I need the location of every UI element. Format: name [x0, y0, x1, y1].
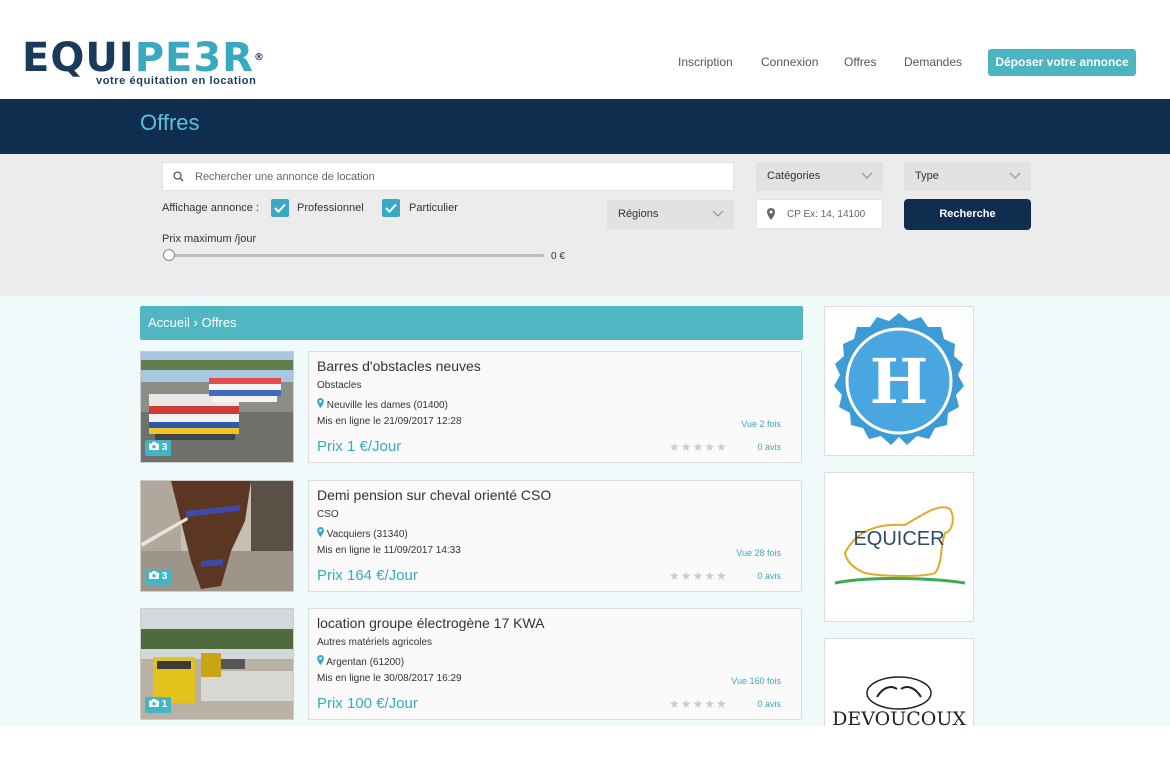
reviews-count: 0 avis: [757, 442, 781, 452]
listing-card[interactable]: location groupe électrogène 17 KWA Autre…: [308, 608, 802, 720]
search-box: [162, 162, 734, 191]
type-label: Type: [915, 170, 939, 182]
map-pin-icon: [767, 208, 775, 220]
ad-hippo-badge[interactable]: H: [824, 306, 974, 456]
listing-category: Obstacles: [317, 380, 362, 391]
listing-title[interactable]: Barres d'obstacles neuves: [317, 358, 481, 374]
map-pin-icon: [317, 527, 324, 537]
listing-price: Prix 1 €/Jour: [317, 438, 402, 455]
listing-date: Mis en ligne le 11/09/2017 14:33: [317, 545, 461, 556]
reviews-count: 0 avis: [757, 699, 781, 709]
list-item[interactable]: 1 location groupe électrogène 17 KWA Aut…: [140, 608, 802, 720]
location-text: Argentan (61200): [326, 657, 405, 668]
particulier-label: Particulier: [409, 202, 458, 214]
listing-card[interactable]: Demi pension sur cheval orienté CSO CSO …: [308, 480, 802, 592]
map-pin-icon: [317, 398, 324, 408]
listing-location: Vacquiers (31340): [317, 527, 408, 540]
registered-mark: ®: [253, 52, 265, 63]
equicer-text: EQUICER: [853, 528, 944, 550]
photo-count-badge: 3: [145, 440, 172, 456]
photo-count-badge: 1: [145, 697, 172, 713]
location-text: Neuville les dames (01400): [326, 400, 448, 411]
postal-code-input[interactable]: [787, 200, 879, 228]
regions-label: Régions: [618, 208, 659, 220]
logo-tagline: votre équitation en location: [96, 75, 257, 87]
list-item[interactable]: 3 Barres d'obstacles neuves Obstacles Ne…: [140, 351, 802, 463]
devoucoux-logo: DEVOUCOUX: [832, 676, 966, 730]
particulier-checkbox[interactable]: [382, 199, 400, 217]
rating-stars: ★★★★★: [669, 697, 728, 711]
listing-location: Argentan (61200): [317, 655, 404, 668]
postal-code-box: [756, 199, 883, 229]
check-icon: [274, 203, 286, 213]
photo-count: 3: [161, 571, 168, 582]
listing-category: CSO: [317, 509, 339, 520]
badge-letter: H: [870, 345, 929, 418]
categories-label: Catégories: [767, 170, 821, 182]
listing-views: Vue 160 fois: [731, 676, 781, 686]
listing-title[interactable]: location groupe électrogène 17 KWA: [317, 615, 545, 631]
title-band: Offres: [0, 99, 1170, 154]
nav-inscription[interactable]: Inscription: [678, 55, 733, 69]
price-slider-track[interactable]: [166, 254, 544, 257]
rating-stars: ★★★★★: [669, 440, 728, 454]
camera-icon: [149, 571, 159, 579]
professionnel-checkbox[interactable]: [271, 199, 289, 217]
price-max-value: 0 €: [551, 251, 565, 262]
rating-stars: ★★★★★: [669, 569, 728, 583]
nav-demandes[interactable]: Demandes: [904, 55, 962, 69]
listing-photo[interactable]: 3: [140, 351, 294, 463]
price-slider-handle[interactable]: [163, 249, 175, 261]
chevron-down-icon: [712, 210, 724, 217]
listing-views: Vue 2 fois: [741, 419, 781, 429]
logo-wordmark: EQUIPE3R®: [22, 38, 267, 78]
post-ad-button[interactable]: Déposer votre annonce: [988, 49, 1136, 76]
ad-devoucoux[interactable]: DEVOUCOUX: [824, 638, 974, 730]
reviews-count: 0 avis: [757, 571, 781, 581]
professionnel-label: Professionnel: [297, 202, 364, 214]
search-icon: [173, 171, 184, 182]
categories-select[interactable]: Catégories: [756, 162, 883, 191]
nav-connexion[interactable]: Connexion: [761, 55, 818, 69]
listing-date: Mis en ligne le 21/09/2017 12:28: [317, 416, 462, 427]
content-area: Accueil › Offres 3 Barres d'obstacles ne…: [0, 296, 1170, 730]
nav-offres[interactable]: Offres: [844, 55, 876, 69]
listing-date: Mis en ligne le 30/08/2017 16:29: [317, 673, 462, 684]
listing-photo[interactable]: 3: [140, 480, 294, 592]
h-badge-logo: H: [834, 313, 964, 445]
map-pin-icon: [317, 655, 324, 665]
listing-location: Neuville les dames (01400): [317, 398, 448, 411]
chevron-down-icon: [861, 172, 873, 179]
camera-icon: [149, 699, 159, 707]
site-header: EQUIPE3R® votre équitation en location I…: [0, 0, 1170, 99]
list-item[interactable]: 3 Demi pension sur cheval orienté CSO CS…: [140, 480, 802, 592]
listing-views: Vue 28 fois: [736, 548, 781, 558]
page-title: Offres: [140, 110, 200, 135]
location-text: Vacquiers (31340): [326, 529, 408, 540]
listing-price: Prix 164 €/Jour: [317, 567, 418, 584]
logo[interactable]: EQUIPE3R® votre équitation en location: [22, 38, 267, 90]
search-button[interactable]: Recherche: [904, 199, 1031, 230]
check-icon: [385, 203, 397, 213]
equicer-horse-logo: EQUICER: [834, 506, 966, 585]
photo-count: 1: [161, 699, 168, 710]
listing-category: Autres matériels agricoles: [317, 637, 433, 648]
listing-price: Prix 100 €/Jour: [317, 695, 418, 712]
photo-count: 3: [161, 442, 168, 453]
ad-equicer[interactable]: EQUICER: [824, 472, 974, 622]
regions-select[interactable]: Régions: [607, 200, 734, 229]
photo-count-badge: 3: [145, 569, 172, 585]
filter-panel: Catégories Type Affichage annonce : Prof…: [0, 154, 1170, 296]
listing-photo[interactable]: 1: [140, 608, 294, 720]
camera-icon: [149, 442, 159, 450]
listing-title[interactable]: Demi pension sur cheval orienté CSO: [317, 487, 551, 503]
breadcrumb[interactable]: Accueil › Offres: [140, 306, 803, 340]
listing-card[interactable]: Barres d'obstacles neuves Obstacles Neuv…: [308, 351, 802, 463]
display-label: Affichage annonce :: [162, 202, 260, 214]
price-max-label: Prix maximum /jour: [162, 233, 257, 245]
devoucoux-text: DEVOUCOUX: [832, 708, 966, 727]
chevron-down-icon: [1009, 172, 1021, 179]
type-select[interactable]: Type: [904, 162, 1031, 191]
search-input[interactable]: [195, 163, 715, 190]
